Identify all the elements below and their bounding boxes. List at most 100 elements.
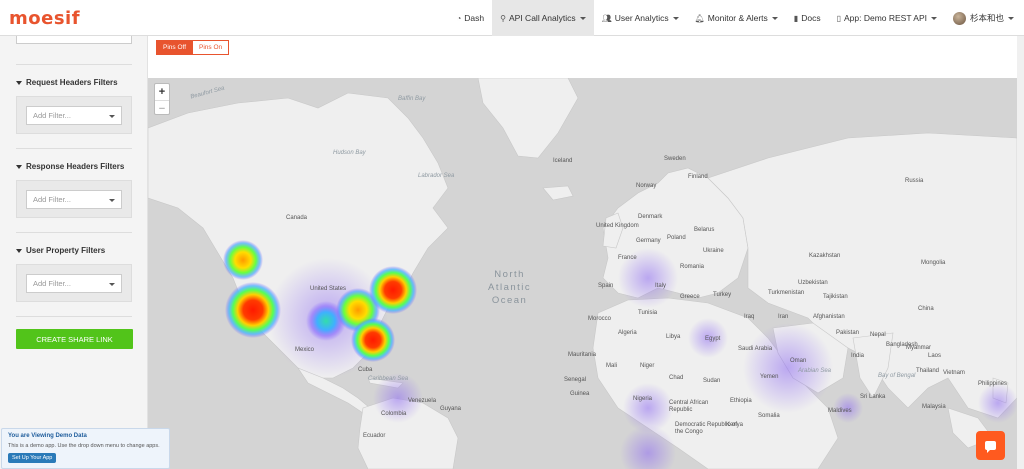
- map-label-ethiopia: Ethiopia: [730, 398, 752, 404]
- world-heatmap[interactable]: Beaufort Sea Hudson Bay Baffin Bay Labra…: [148, 78, 1017, 469]
- divider: [16, 316, 132, 317]
- divider: [16, 148, 132, 149]
- map-label-oman: Oman: [790, 358, 807, 364]
- pins-off-button[interactable]: Pins Off: [156, 40, 194, 55]
- map-label-yemen: Yemen: [760, 374, 779, 380]
- demo-notice-text: This is a demo app. Use the drop down me…: [8, 443, 160, 449]
- map-label-united-kingdom: United Kingdom: [596, 223, 639, 229]
- map-label-hudson-bay: Hudson Bay: [333, 150, 366, 156]
- map-label-canada: Canada: [286, 215, 308, 221]
- map-label-kazakhstan: Kazakhstan: [809, 253, 841, 259]
- moesif-logo[interactable]: moesif: [9, 8, 80, 29]
- response-headers-filters-toggle[interactable]: Response Headers Filters: [16, 162, 132, 171]
- chevron-down-icon: [1008, 16, 1014, 20]
- map-label-sri-lanka: Sri Lanka: [860, 394, 886, 400]
- map-label-cuba: Cuba: [358, 367, 373, 373]
- map-label-mongolia: Mongolia: [921, 260, 946, 266]
- page-scrollbar[interactable]: [1017, 36, 1024, 469]
- map-label-united-states: United States: [310, 286, 347, 292]
- zoom-in-button[interactable]: +: [155, 84, 169, 100]
- map-label-caribbean-sea: Caribbean Sea: [368, 376, 409, 382]
- request-headers-filters: Request Headers Filters Add Filter...: [16, 78, 132, 134]
- nav-api-call-analytics[interactable]: ⚲ API Call Analytics: [492, 0, 594, 36]
- chevron-down-icon: [109, 283, 115, 286]
- zoom-out-button[interactable]: −: [155, 100, 169, 116]
- map-label-ukraine: Ukraine: [703, 248, 724, 254]
- map-label-china: China: [918, 306, 934, 312]
- map-label-baffin-bay: Baffin Bay: [398, 96, 426, 102]
- nav-user-menu[interactable]: 杉本和也: [945, 0, 1024, 36]
- map-label-turkey: Turkey: [713, 292, 732, 298]
- nav-monitor-alerts[interactable]: 🔔︎ Monitor & Alerts: [687, 0, 786, 36]
- map-label-laos: Laos: [928, 353, 942, 359]
- filter-box-partial: [16, 36, 132, 44]
- map-label-guyana: Guyana: [440, 406, 462, 412]
- filter-box: Add Filter...: [16, 96, 132, 134]
- bell-icon: 🔔︎: [694, 13, 705, 23]
- map-label-central-african-republic: Central African Republic: [669, 400, 709, 413]
- select-placeholder: Add Filter...: [33, 279, 71, 288]
- map-label-morocco: Morocco: [588, 316, 612, 322]
- nav-monitor-alerts-label: Monitor & Alerts: [707, 13, 768, 23]
- map-label-norway: Norway: [636, 183, 657, 189]
- map-label-sweden: Sweden: [664, 156, 686, 162]
- map-label-dr-congo: Democratic Republic of the Congo: [675, 422, 738, 435]
- users-icon: 👥︎: [601, 13, 612, 23]
- chevron-down-icon: [579, 16, 586, 20]
- map-label-spain: Spain: [598, 283, 614, 289]
- main-content: Pins Off Pins On Beaufort Sea Hudson Bay…: [148, 36, 1024, 469]
- select-placeholder: Add Filter...: [33, 111, 71, 120]
- chevron-down-icon: [109, 199, 115, 202]
- pins-on-button[interactable]: Pins On: [193, 40, 230, 55]
- nav-app-selector[interactable]: ▯ App: Demo REST API: [829, 0, 945, 36]
- map-label-mali: Mali: [606, 363, 618, 369]
- ocean-word: Atlantic: [488, 282, 532, 293]
- map-label-myanmar: Myanmar: [906, 345, 932, 351]
- map-label-mexico: Mexico: [295, 347, 315, 353]
- map-label-iran: Iran: [778, 314, 789, 320]
- filter-box: Add Filter...: [16, 180, 132, 218]
- map-label-pakistan: Pakistan: [836, 330, 860, 336]
- map-label-maldives: Maldives: [828, 408, 852, 414]
- map-label-afghanistan: Afghanistan: [813, 314, 845, 320]
- chevron-down-icon: [930, 16, 937, 20]
- map-label-denmark: Denmark: [638, 214, 663, 220]
- book-icon: ▮: [793, 13, 799, 23]
- map-label-germany: Germany: [636, 238, 661, 244]
- map-label-bay-of-bengal: Bay of Bengal: [878, 373, 916, 379]
- chat-launcher-button[interactable]: [976, 431, 1005, 460]
- map-label-chad: Chad: [669, 375, 684, 381]
- nav-user-analytics[interactable]: 👥︎ User Analytics: [594, 0, 687, 36]
- map-label-philippines: Philippines: [978, 381, 1008, 387]
- request-headers-filters-toggle[interactable]: Request Headers Filters: [16, 78, 132, 87]
- create-share-link-button[interactable]: CREATE SHARE LINK: [16, 329, 133, 349]
- add-filter-select[interactable]: Add Filter...: [26, 274, 122, 293]
- map-label-guinea: Guinea: [570, 391, 590, 397]
- map-label-niger: Niger: [640, 363, 655, 369]
- set-up-app-button[interactable]: Set Up Your App: [8, 453, 57, 463]
- demo-data-notice: You are Viewing Demo Data This is a demo…: [1, 428, 170, 469]
- add-filter-select[interactable]: Add Filter...: [26, 106, 122, 125]
- map-label-tunisia: Tunisia: [638, 310, 658, 316]
- map-label-senegal: Senegal: [564, 377, 587, 383]
- user-property-filters-toggle[interactable]: User Property Filters: [16, 246, 132, 255]
- map-label-malaysia: Malaysia: [922, 404, 946, 410]
- map-label-egypt: Egypt: [705, 336, 721, 342]
- ocean-word: Ocean: [491, 295, 528, 306]
- map-label-iraq: Iraq: [744, 314, 755, 320]
- map-label-north-atlantic-ocean: North Atlantic Ocean: [488, 268, 531, 307]
- map-label-poland: Poland: [667, 235, 686, 241]
- map-label-nigeria: Nigeria: [633, 396, 653, 402]
- map-label-italy: Italy: [655, 283, 667, 289]
- chevron-down-icon: [109, 115, 115, 118]
- chevron-down-icon: [771, 16, 778, 20]
- nav-dash-label: Dash: [464, 13, 485, 23]
- nav-dash[interactable]: ◔ Dash: [448, 0, 492, 36]
- add-filter-select[interactable]: Add Filter...: [26, 190, 122, 209]
- map-label-sudan: Sudan: [703, 378, 721, 384]
- section-title: User Property Filters: [26, 246, 106, 255]
- map-label-uzbekistan: Uzbekistan: [798, 280, 828, 286]
- map-label-greece: Greece: [680, 294, 700, 300]
- map-label-thailand: Thailand: [916, 368, 940, 374]
- nav-docs[interactable]: ▮ Docs: [786, 0, 829, 36]
